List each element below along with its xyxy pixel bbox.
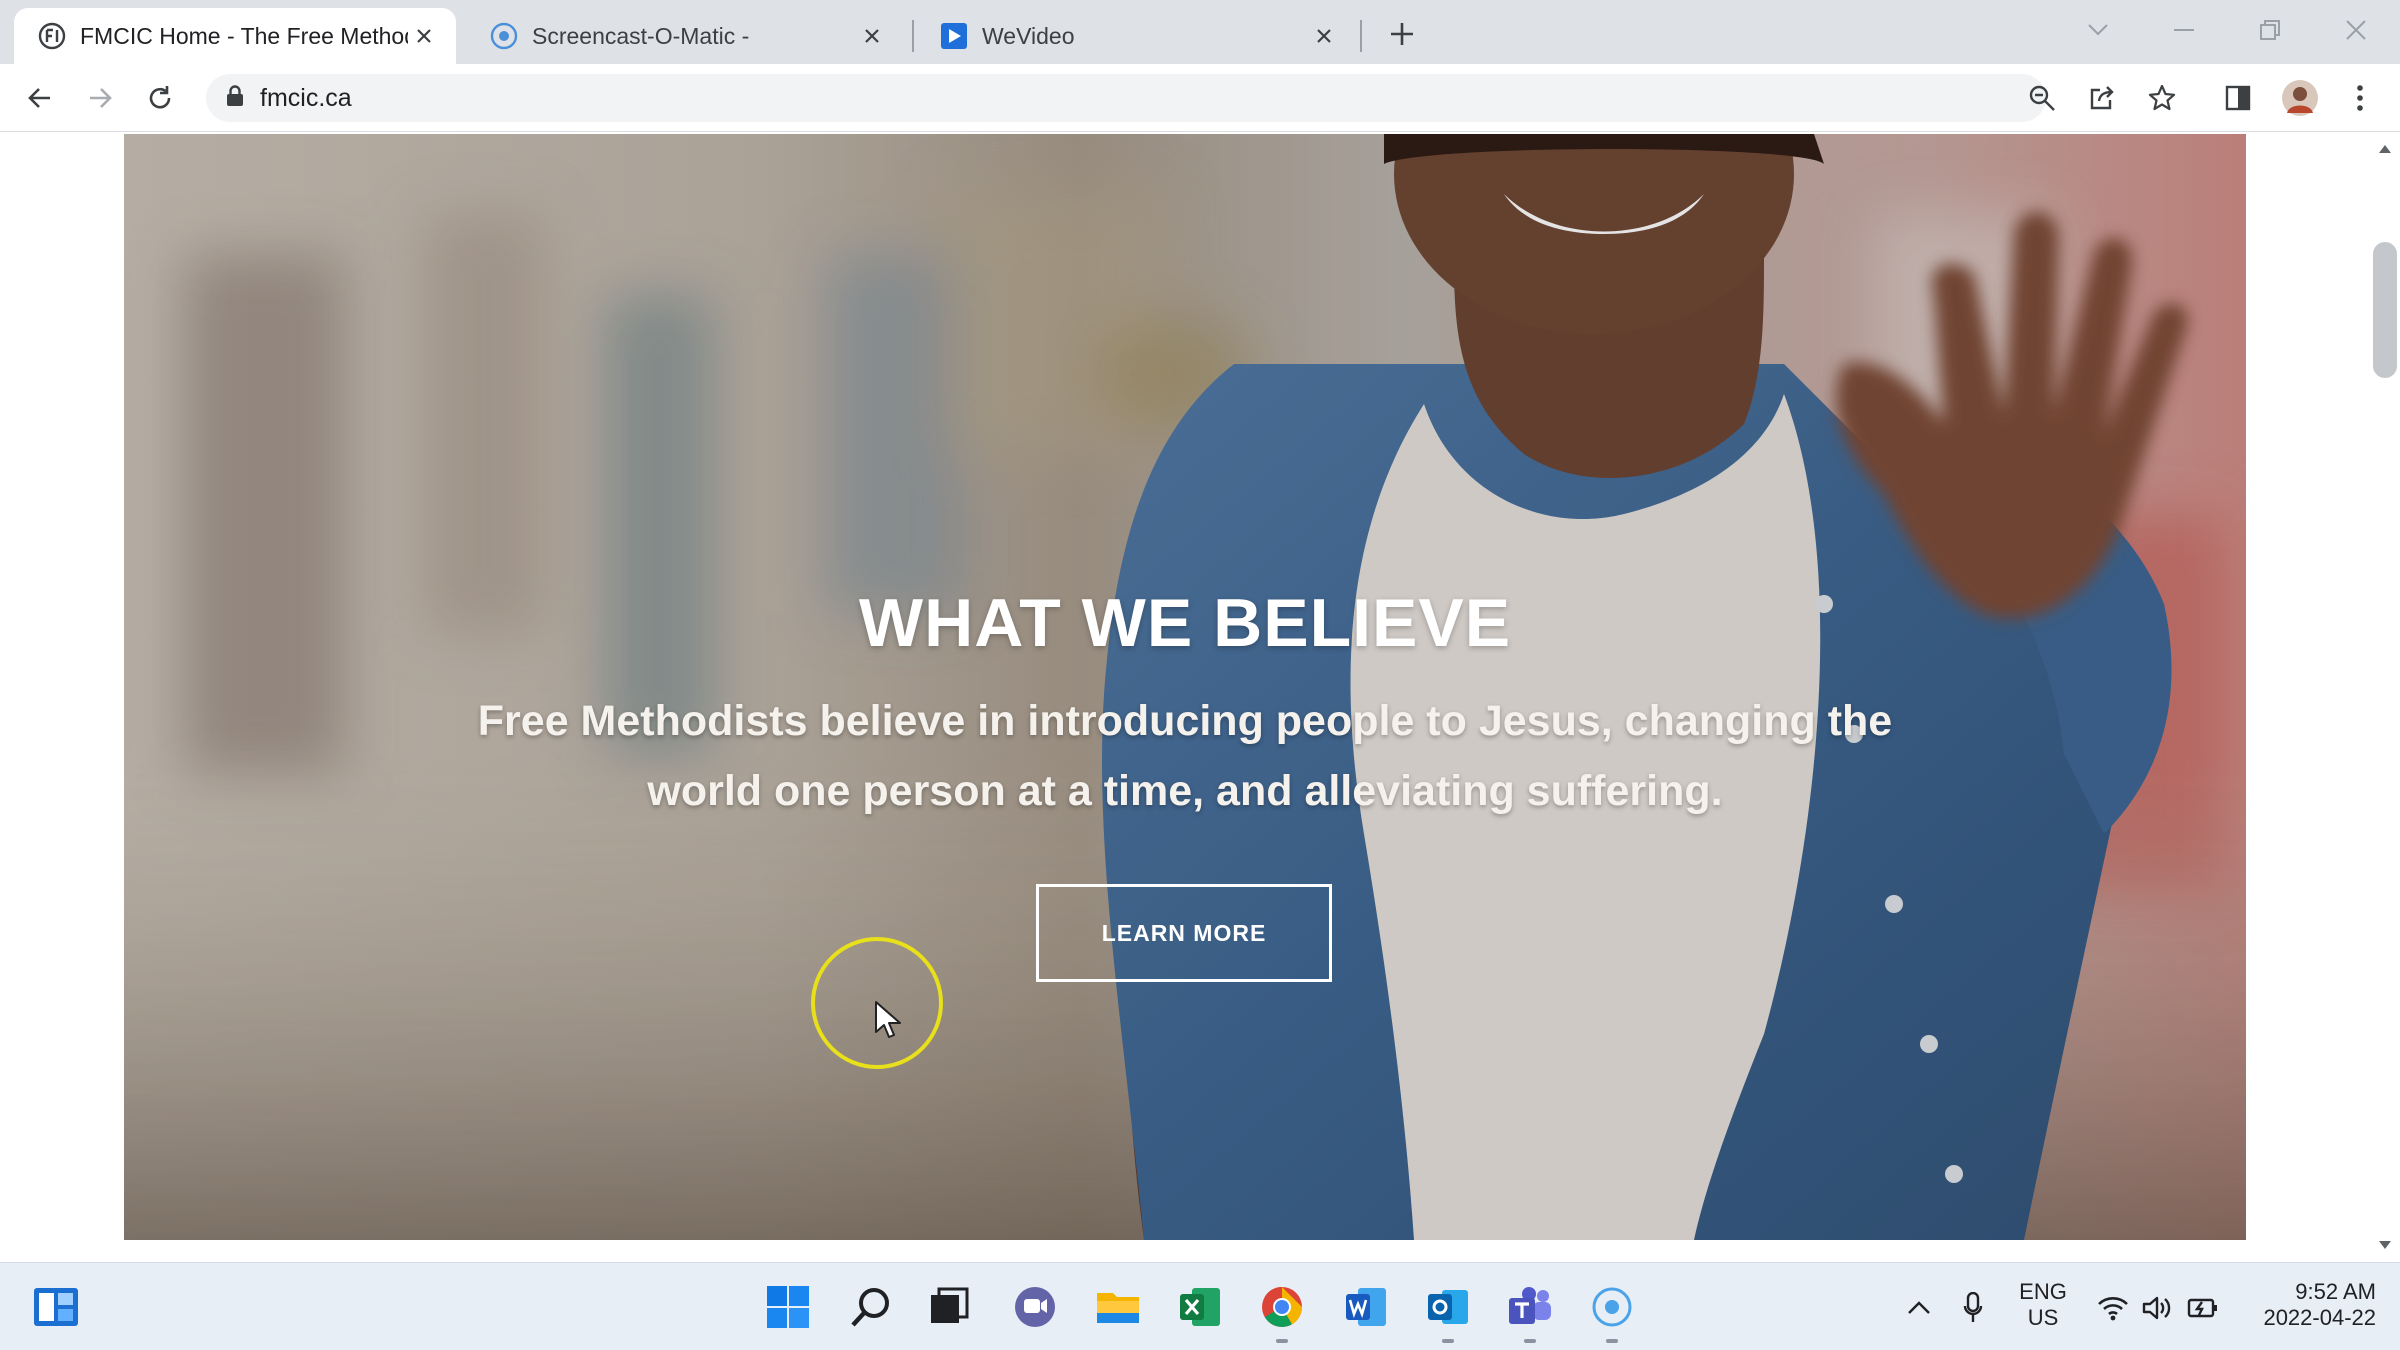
- hero-title: WHAT WE BELIEVE: [858, 585, 1512, 661]
- screencast-favicon-icon: [490, 22, 518, 50]
- side-panel-icon[interactable]: [2218, 78, 2258, 118]
- lock-icon: [226, 84, 244, 112]
- hero-description: Free Methodists believe in introducing p…: [477, 697, 1893, 815]
- scroll-down-arrow-icon[interactable]: [2376, 1236, 2394, 1254]
- close-tab-icon[interactable]: [408, 20, 440, 52]
- reload-button[interactable]: [140, 78, 180, 118]
- address-bar[interactable]: fmcic.ca: [206, 74, 2046, 122]
- back-button[interactable]: [20, 78, 60, 118]
- start-icon[interactable]: [760, 1279, 816, 1335]
- browser-toolbar: fmcic.ca: [0, 64, 2400, 132]
- running-indicator: [1276, 1339, 1288, 1343]
- tab-title: FMCIC Home - The Free Methodi: [80, 22, 408, 49]
- zoom-icon[interactable]: [2022, 78, 2062, 118]
- microphone-icon[interactable]: [1956, 1291, 1990, 1325]
- task-view-icon[interactable]: [920, 1279, 976, 1335]
- tab-title: Screencast-O-Matic -: [532, 22, 750, 49]
- bookmark-star-icon[interactable]: [2142, 78, 2182, 118]
- chat-icon[interactable]: [1007, 1279, 1063, 1335]
- language-code: ENG: [2019, 1279, 2067, 1304]
- tab-separator: [1360, 20, 1362, 52]
- tab-screencast-o-matic[interactable]: Screencast-O-Matic -: [466, 8, 904, 64]
- hero-banner: WHAT WE BELIEVE Free Methodists believe …: [124, 134, 2246, 1240]
- minimize-window-icon[interactable]: [2160, 10, 2208, 50]
- close-window-icon[interactable]: [2332, 10, 2380, 50]
- language-indicator[interactable]: ENG US: [2010, 1279, 2076, 1331]
- search-icon[interactable]: [843, 1279, 899, 1335]
- tab-title: WeVideo: [982, 22, 1075, 49]
- page-viewport: WHAT WE BELIEVE Free Methodists believe …: [0, 132, 2400, 1262]
- widgets-icon[interactable]: [28, 1279, 84, 1335]
- url-text: fmcic.ca: [260, 83, 352, 112]
- clock-time: 9:52 AM: [2295, 1279, 2376, 1304]
- tab-wevideo[interactable]: WeVideo: [916, 8, 1356, 64]
- scrollbar-thumb[interactable]: [2373, 242, 2397, 378]
- restore-window-icon[interactable]: [2246, 10, 2294, 50]
- wevideo-favicon-icon: [940, 22, 968, 50]
- excel-icon[interactable]: [1172, 1279, 1228, 1335]
- running-indicator: [1442, 1339, 1454, 1343]
- fmcic-favicon-icon: [38, 22, 66, 50]
- chrome-menu-icon[interactable]: [2340, 78, 2380, 118]
- show-hidden-icons-chevron-icon[interactable]: [1902, 1291, 1936, 1325]
- scroll-up-arrow-icon[interactable]: [2376, 140, 2394, 158]
- tab-search-chevron-icon[interactable]: [2074, 10, 2122, 50]
- forward-button[interactable]: [80, 78, 120, 118]
- chrome-icon[interactable]: [1254, 1279, 1310, 1335]
- wifi-icon[interactable]: [2096, 1291, 2130, 1325]
- windows-taskbar: ENG US 9:52 AM 2022-04-22: [0, 1262, 2400, 1350]
- volume-icon[interactable]: [2140, 1291, 2174, 1325]
- teams-icon[interactable]: [1502, 1279, 1558, 1335]
- share-icon[interactable]: [2082, 78, 2122, 118]
- tab-fmcic-home[interactable]: FMCIC Home - The Free Methodi: [14, 8, 456, 64]
- outlook-icon[interactable]: [1420, 1279, 1476, 1335]
- profile-avatar[interactable]: [2280, 78, 2320, 118]
- battery-icon[interactable]: [2186, 1291, 2220, 1325]
- clock[interactable]: 9:52 AM 2022-04-22: [2236, 1279, 2376, 1331]
- new-tab-button[interactable]: [1382, 14, 1422, 54]
- file-explorer-icon[interactable]: [1090, 1279, 1146, 1335]
- close-tab-icon[interactable]: [856, 20, 888, 52]
- clock-date: 2022-04-22: [2263, 1305, 2376, 1330]
- screencast-icon[interactable]: [1584, 1279, 1640, 1335]
- running-indicator: [1606, 1339, 1618, 1343]
- running-indicator: [1524, 1339, 1536, 1343]
- learn-more-button[interactable]: LEARN MORE: [1036, 884, 1332, 982]
- word-icon[interactable]: [1338, 1279, 1394, 1335]
- tab-separator: [912, 20, 914, 52]
- region-code: US: [2027, 1305, 2059, 1330]
- close-tab-icon[interactable]: [1308, 20, 1340, 52]
- browser-tab-strip: FMCIC Home - The Free Methodi Screencast…: [0, 0, 2400, 64]
- mouse-pointer-icon: [874, 1000, 902, 1045]
